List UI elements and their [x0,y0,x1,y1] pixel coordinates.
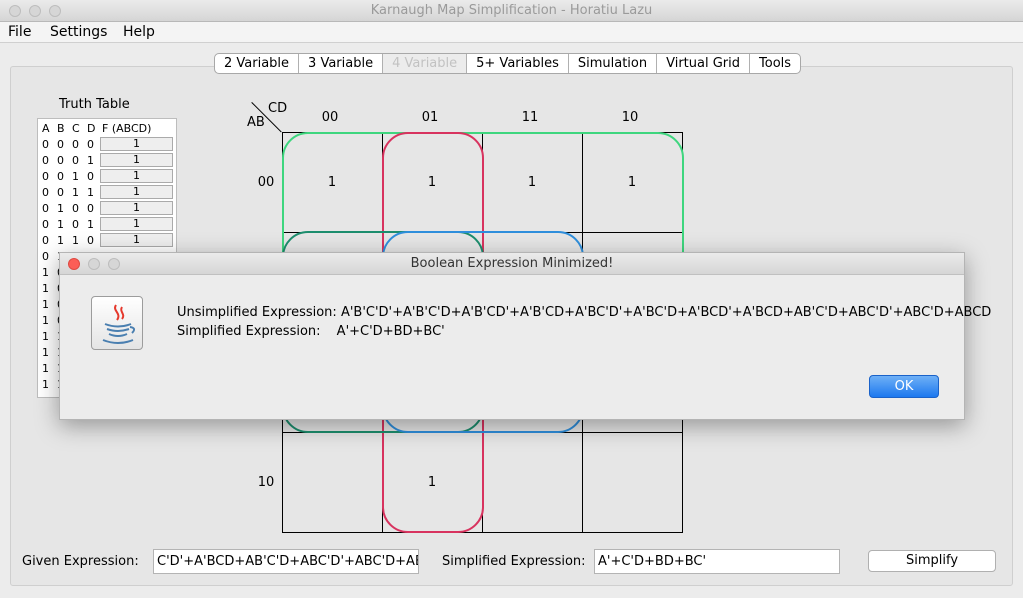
dialog-simplified-label: Simplified Expression: [177,324,321,339]
kmap-col-11: 11 [521,110,539,125]
tt-output-field[interactable]: 1 [100,233,173,247]
tt-cell: 1 [42,282,49,295]
dialog-titlebar: Boolean Expression Minimized! [60,253,964,275]
tt-cell: 0 [72,138,79,151]
given-expression-value: C'D'+A'BCD+AB'C'D+ABC'D'+ABC'D+ABCD [157,554,419,569]
tt-cell: 1 [72,234,79,247]
tt-cell: 1 [87,218,94,231]
tt-cell: 0 [57,170,64,183]
tt-cell: 0 [42,186,49,199]
tab-3-variable[interactable]: 3 Variable [299,54,384,73]
tab-tools[interactable]: Tools [750,54,800,73]
unsimplified-label: Unsimplified Expression: [177,305,337,320]
tt-header-c: C [72,122,80,135]
dialog-title: Boolean Expression Minimized! [410,256,614,271]
tt-cell: 1 [72,170,79,183]
tt-header-f: F (ABCD) [102,122,152,135]
tt-output-field[interactable]: 1 [100,217,173,231]
ok-button[interactable]: OK [869,375,939,398]
kmap-col-10: 10 [621,110,639,125]
tt-cell: 0 [72,154,79,167]
given-expression-input[interactable]: C'D'+A'BCD+AB'C'D+ABC'D'+ABC'D+ABCD [153,549,419,574]
tt-cell: 0 [42,250,49,263]
tt-cell: 1 [42,378,49,391]
kmap-corner-ab: AB [247,115,265,130]
truth-table-title: Truth Table [59,97,130,112]
tt-cell: 0 [42,138,49,151]
menu-help[interactable]: Help [123,24,155,40]
tab-4-variable: 4 Variable [383,54,468,73]
tt-cell: 0 [72,218,79,231]
tt-cell: 1 [42,362,49,375]
kmap-row-10: 10 [257,475,275,490]
tt-cell: 1 [72,186,79,199]
tab-2-variable[interactable]: 2 Variable [215,54,300,73]
tt-output-field[interactable]: 1 [100,153,173,167]
tab-virtual-grid[interactable]: Virtual Grid [657,54,751,73]
tt-cell: 0 [87,234,94,247]
kmap-col-01: 01 [421,110,439,125]
tt-header-d: D [87,122,96,135]
tt-output-field[interactable]: 1 [100,169,173,183]
minimized-dialog: Boolean Expression Minimized! Unsimplifi… [59,252,991,420]
simplified-expression-label: Simplified Expression: [442,554,586,569]
tt-cell: 0 [87,138,94,151]
tt-cell: 0 [57,186,64,199]
tt-cell: 1 [87,154,94,167]
given-expression-label: Given Expression: [22,554,139,569]
tab-simulation[interactable]: Simulation [569,54,658,73]
tt-cell: 0 [57,154,64,167]
dialog-simplified-value: A'+C'D+BD+BC' [336,324,445,339]
simplify-button[interactable]: Simplify [868,550,996,572]
tt-cell: 1 [42,346,49,359]
tt-cell: 1 [42,298,49,311]
simplified-expression-input[interactable]: A'+C'D+BD+BC' [594,549,840,574]
tt-cell: 1 [57,218,64,231]
tt-cell: 1 [87,186,94,199]
tt-header-b: B [57,122,65,135]
tt-cell: 0 [42,234,49,247]
tt-cell: 1 [57,234,64,247]
unsimplified-expression-line: Unsimplified Expression: A'B'C'D'+A'B'C'… [177,305,991,320]
tt-cell: 1 [42,266,49,279]
tt-output-field[interactable]: 1 [100,137,173,151]
kmap-corner-cd: CD [268,101,288,116]
tt-cell: 0 [87,170,94,183]
tt-output-field[interactable]: 1 [100,185,173,199]
tt-output-field[interactable]: 1 [100,201,173,215]
tt-cell: 0 [72,202,79,215]
kmap-col-00: 00 [321,110,339,125]
tt-cell: 0 [87,202,94,215]
window-title: Karnaugh Map Simplification - Horatiu La… [370,3,653,18]
dialog-simplified-expression-line: Simplified Expression: A'+C'D+BD+BC' [177,324,445,339]
kmap-row-00: 00 [257,175,275,190]
menu-file[interactable]: File [8,24,31,40]
tab-5-variables[interactable]: 5+ Variables [467,54,569,73]
menu-settings[interactable]: Settings [50,24,107,40]
tt-cell: 0 [42,170,49,183]
simplified-expression-value: A'+C'D+BD+BC' [598,554,707,569]
tt-cell: 1 [42,314,49,327]
tt-cell: 1 [42,330,49,343]
tt-cell: 0 [42,154,49,167]
java-icon [91,296,143,350]
tab-bar: 2 Variable 3 Variable 4 Variable 5+ Vari… [214,53,802,74]
tt-header-a: A [42,122,50,135]
unsimplified-value: A'B'C'D'+A'B'C'D+A'B'CD'+A'B'CD+A'BC'D'+… [340,305,992,320]
tt-cell: 0 [42,202,49,215]
menu-bar: File Settings Help [0,22,1023,43]
tt-cell: 0 [42,218,49,231]
tt-cell: 0 [57,138,64,151]
tt-cell: 1 [57,202,64,215]
window-titlebar: Karnaugh Map Simplification - Horatiu La… [0,0,1023,22]
